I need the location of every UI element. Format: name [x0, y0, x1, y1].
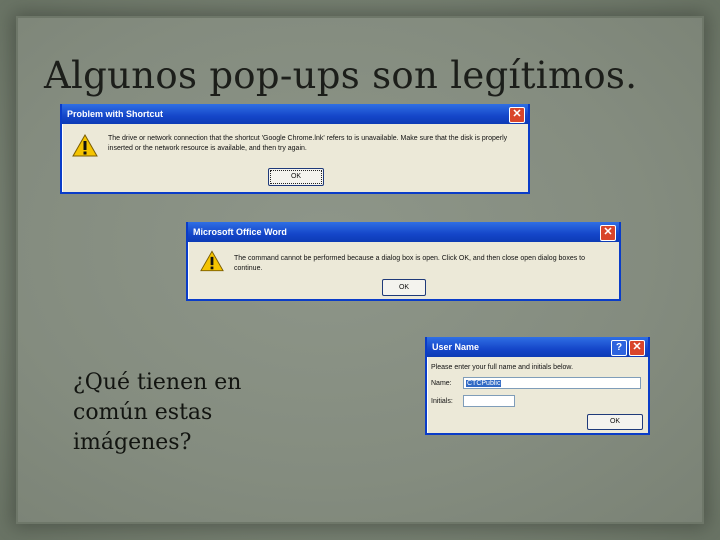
close-icon[interactable]: ✕	[509, 107, 525, 123]
dialog-title: User Name	[432, 342, 480, 352]
shortcut-problem-dialog: Problem with Shortcut ✕ The drive or net…	[60, 104, 530, 194]
dialog-titlebar[interactable]: Microsoft Office Word ✕	[188, 222, 619, 242]
dialog-titlebar[interactable]: User Name ? ✕	[427, 337, 648, 357]
dialog-title: Microsoft Office Word	[193, 227, 287, 237]
ok-button[interactable]: OK	[587, 414, 643, 430]
dialog-message: The drive or network connection that the…	[108, 135, 508, 152]
name-label: Name:	[431, 380, 452, 387]
warning-icon	[200, 250, 224, 272]
user-name-dialog: User Name ? ✕ Please enter your full nam…	[425, 337, 650, 435]
close-icon[interactable]: ✕	[600, 225, 616, 241]
question-line: común estas	[73, 400, 213, 425]
word-error-dialog: Microsoft Office Word ✕ The command cann…	[186, 222, 621, 301]
dialog-titlebar[interactable]: Problem with Shortcut ✕	[62, 104, 528, 124]
dialog-title: Problem with Shortcut	[67, 109, 164, 119]
ok-button[interactable]: OK	[268, 168, 324, 186]
slide-title: Algunos pop-ups son legítimos.	[44, 54, 638, 97]
name-field[interactable]: CTCPublic	[463, 377, 641, 389]
initials-label: Initials:	[431, 398, 453, 405]
question-text: ¿Qué tienen en común estas imágenes?	[73, 368, 303, 458]
dialog-message: Please enter your full name and initials…	[431, 364, 574, 371]
question-line: imágenes?	[73, 430, 192, 455]
question-line: ¿Qué tienen en	[73, 370, 242, 395]
warning-icon	[72, 134, 98, 157]
ok-button[interactable]: OK	[382, 279, 426, 296]
dialog-message: The command cannot be performed because …	[234, 255, 585, 272]
name-value: CTCPublic	[466, 380, 502, 387]
initials-field[interactable]	[463, 395, 515, 407]
help-icon[interactable]: ?	[611, 340, 627, 356]
close-icon[interactable]: ✕	[629, 340, 645, 356]
